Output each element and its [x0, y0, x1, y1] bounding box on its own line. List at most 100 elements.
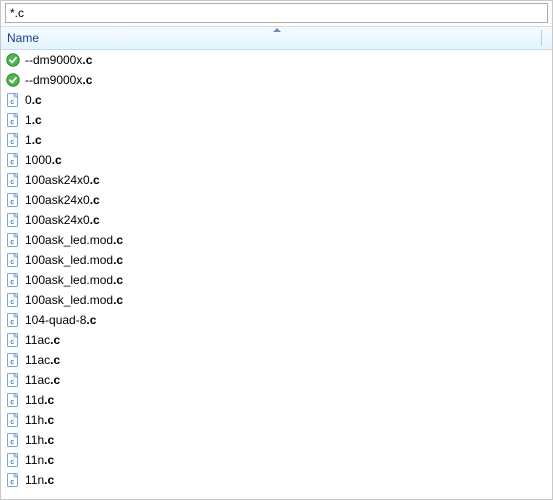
list-item[interactable]: c 1.c — [1, 130, 552, 150]
c-source-file-icon: c — [5, 432, 21, 448]
file-ext: .c — [50, 333, 60, 347]
file-base: 100ask_led.mod — [25, 273, 113, 287]
file-ext: .c — [44, 473, 54, 487]
file-base: 11n — [25, 453, 44, 467]
column-header-row[interactable]: Name — [1, 27, 552, 50]
file-base: 1000 — [25, 153, 52, 167]
file-name-label: 0.c — [25, 93, 42, 107]
list-item[interactable]: c 11ac.c — [1, 330, 552, 350]
file-name-label: 100ask_led.mod.c — [25, 253, 123, 267]
column-header-name[interactable]: Name — [1, 31, 552, 45]
list-item[interactable]: c 11n.c — [1, 450, 552, 470]
file-ext: .c — [50, 353, 60, 367]
c-source-file-icon: c — [5, 252, 21, 268]
file-ext: .c — [113, 273, 123, 287]
svg-text:c: c — [10, 179, 14, 186]
file-ext: .c — [52, 153, 62, 167]
sort-ascending-icon — [273, 28, 281, 32]
list-item[interactable]: c 100ask_led.mod.c — [1, 290, 552, 310]
column-separator[interactable] — [541, 30, 542, 46]
svg-text:c: c — [10, 259, 14, 266]
svg-text:c: c — [10, 439, 14, 446]
file-ext: .c — [32, 113, 42, 127]
file-base: --dm9000x — [25, 53, 82, 67]
file-ext: .c — [113, 293, 123, 307]
svg-text:c: c — [10, 359, 14, 366]
list-item[interactable]: c 100ask24x0.c — [1, 170, 552, 190]
c-source-file-icon: c — [5, 232, 21, 248]
file-ext: .c — [44, 393, 54, 407]
file-base: 100ask_led.mod — [25, 293, 113, 307]
c-source-file-icon: c — [5, 392, 21, 408]
svg-text:c: c — [10, 299, 14, 306]
list-item[interactable]: c 100ask_led.mod.c — [1, 270, 552, 290]
file-list-window: Name --dm9000x.c --dm9000x.c c 0.c c 1.c — [0, 0, 553, 500]
file-base: 11n — [25, 473, 44, 487]
c-source-file-icon: c — [5, 332, 21, 348]
file-list[interactable]: --dm9000x.c --dm9000x.c c 0.c c 1.c c 1.… — [1, 50, 552, 499]
file-base: 11ac — [25, 373, 50, 387]
file-base: 100ask_led.mod — [25, 253, 113, 267]
svg-text:c: c — [10, 379, 14, 386]
file-base: 11ac — [25, 353, 50, 367]
file-name-label: 11d.c — [25, 393, 54, 407]
file-ext: .c — [44, 413, 54, 427]
list-item[interactable]: c 11ac.c — [1, 370, 552, 390]
file-base: 11h — [25, 413, 44, 427]
file-ext: .c — [90, 193, 100, 207]
svg-text:c: c — [10, 219, 14, 226]
file-ext: .c — [32, 133, 42, 147]
svg-text:c: c — [10, 339, 14, 346]
c-source-file-icon: c — [5, 152, 21, 168]
file-base: 1 — [25, 113, 32, 127]
file-base: 100ask24x0 — [25, 193, 90, 207]
list-item[interactable]: c 11h.c — [1, 430, 552, 450]
list-item[interactable]: c 11n.c — [1, 470, 552, 490]
list-item[interactable]: c 1000.c — [1, 150, 552, 170]
svg-text:c: c — [10, 479, 14, 486]
list-item[interactable]: c 11h.c — [1, 410, 552, 430]
list-item[interactable]: c 100ask_led.mod.c — [1, 250, 552, 270]
c-source-file-icon: c — [5, 172, 21, 188]
list-item[interactable]: c 100ask24x0.c — [1, 190, 552, 210]
c-source-file-icon: c — [5, 292, 21, 308]
svg-text:c: c — [10, 399, 14, 406]
list-item[interactable]: c 11ac.c — [1, 350, 552, 370]
file-name-label: 100ask_led.mod.c — [25, 293, 123, 307]
file-name-label: 100ask_led.mod.c — [25, 233, 123, 247]
list-item[interactable]: --dm9000x.c — [1, 70, 552, 90]
file-ext: .c — [86, 313, 96, 327]
c-source-file-icon: c — [5, 312, 21, 328]
svg-text:c: c — [10, 199, 14, 206]
file-ext: .c — [32, 93, 42, 107]
filter-bar — [1, 1, 552, 27]
c-source-file-icon: c — [5, 92, 21, 108]
c-source-file-icon: c — [5, 412, 21, 428]
file-base: 11h — [25, 433, 44, 447]
c-source-file-icon: c — [5, 212, 21, 228]
c-source-file-icon: c — [5, 472, 21, 488]
file-ext: .c — [113, 253, 123, 267]
list-item[interactable]: c 104-quad-8.c — [1, 310, 552, 330]
c-source-file-icon: c — [5, 192, 21, 208]
check-mark-file-icon — [5, 72, 21, 88]
file-base: 100ask24x0 — [25, 173, 90, 187]
file-base: 11ac — [25, 333, 50, 347]
file-name-label: 11n.c — [25, 473, 54, 487]
list-item[interactable]: c 100ask_led.mod.c — [1, 230, 552, 250]
file-ext: .c — [113, 233, 123, 247]
file-base: 100ask24x0 — [25, 213, 90, 227]
file-base: --dm9000x — [25, 73, 82, 87]
c-source-file-icon: c — [5, 452, 21, 468]
list-item[interactable]: c 11d.c — [1, 390, 552, 410]
list-item[interactable]: --dm9000x.c — [1, 50, 552, 70]
svg-text:c: c — [10, 119, 14, 126]
file-name-label: 100ask24x0.c — [25, 193, 100, 207]
file-name-label: 11h.c — [25, 413, 54, 427]
list-item[interactable]: c 100ask24x0.c — [1, 210, 552, 230]
filter-input[interactable] — [5, 3, 548, 23]
list-item[interactable]: c 1.c — [1, 110, 552, 130]
list-item[interactable]: c 0.c — [1, 90, 552, 110]
file-name-label: 11ac.c — [25, 353, 60, 367]
file-name-label: 100ask24x0.c — [25, 173, 100, 187]
